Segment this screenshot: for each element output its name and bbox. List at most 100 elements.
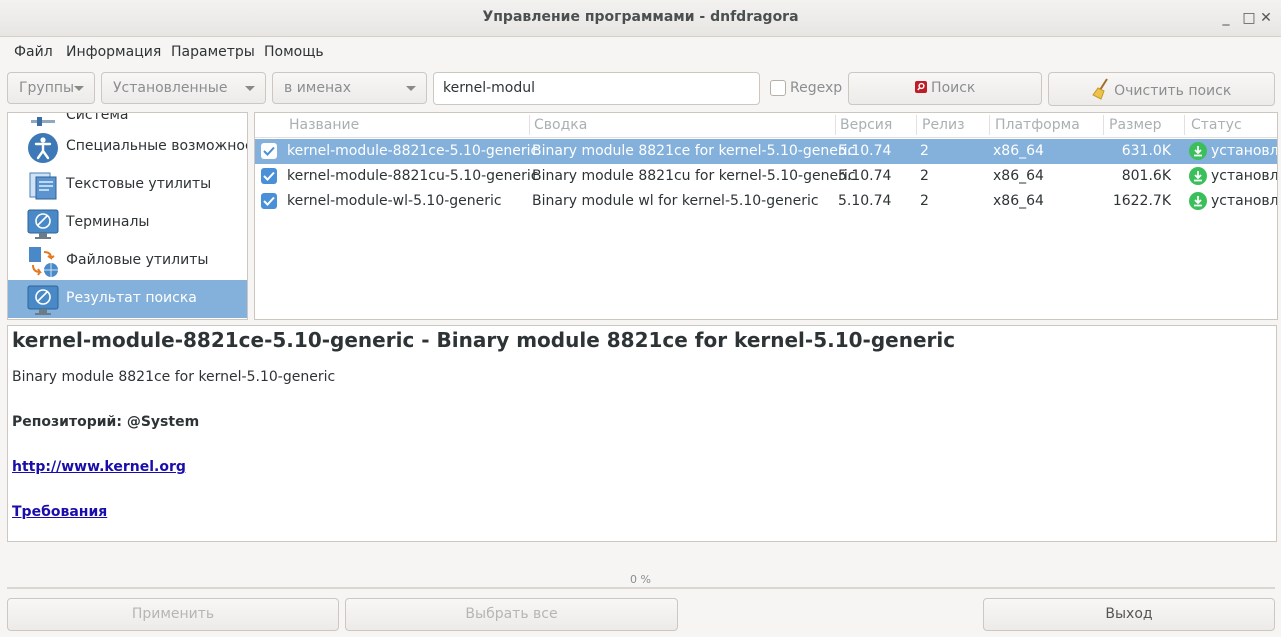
- cell-version: 5.10.74: [838, 168, 892, 184]
- search-field-dropdown[interactable]: в именах: [272, 72, 427, 104]
- cell-size: 801.6K: [1121, 168, 1171, 184]
- column-divider: [835, 115, 836, 135]
- progress-label: 0 %: [630, 573, 651, 586]
- column-header-arch[interactable]: Платформа: [995, 117, 1080, 133]
- filter-dropdown-label: Установленные: [113, 80, 228, 96]
- table-header: Название Сводка Версия Релиз Платформа Р…: [255, 113, 1277, 138]
- menu-help[interactable]: Помощь: [264, 44, 324, 60]
- checkbox-box[interactable]: [770, 80, 786, 96]
- accessibility-icon: [27, 132, 59, 164]
- groups-sidebar: Система Специальные возможности Текстовы…: [7, 112, 248, 320]
- clear-search-button[interactable]: Очистить поиск: [1048, 72, 1275, 106]
- column-divider: [529, 115, 530, 135]
- chevron-down-icon: [406, 86, 416, 91]
- cell-status: установлен: [1211, 143, 1278, 159]
- table-row[interactable]: kernel-module-8821cu-5.10-generic Binary…: [255, 164, 1277, 189]
- details-heading: kernel-module-8821ce-5.10-generic - Bina…: [12, 328, 956, 352]
- cell-status: установлен: [1211, 193, 1278, 209]
- sidebar-item-text-tools[interactable]: Текстовые утилиты: [8, 166, 247, 204]
- cell-summary: Binary module 8821cu for kernel-5.10-gen…: [532, 168, 856, 184]
- filter-dropdown[interactable]: Установленные: [101, 72, 266, 104]
- cell-size: 631.0K: [1121, 143, 1171, 159]
- text-tools-icon: [27, 170, 59, 202]
- menu-bar: Файл Информация Параметры Помощь: [0, 37, 1281, 67]
- chevron-down-icon: [245, 86, 255, 91]
- apply-button[interactable]: Применить: [7, 598, 339, 631]
- checkmark-icon: [263, 171, 275, 181]
- minimize-button[interactable]: _: [1216, 8, 1236, 28]
- broom-icon: [1091, 78, 1108, 100]
- window-title: Управление программами - dnfdragora: [482, 9, 799, 25]
- cell-version: 5.10.74: [838, 193, 892, 209]
- package-details: kernel-module-8821ce-5.10-generic - Bina…: [7, 325, 1277, 542]
- cell-name: kernel-module-8821cu-5.10-generic: [287, 168, 539, 184]
- chevron-down-icon: [74, 86, 84, 91]
- column-header-release[interactable]: Релиз: [922, 117, 965, 133]
- title-bar: Управление программами - dnfdragora _ □ …: [0, 0, 1281, 37]
- sidebar-item-accessibility[interactable]: Специальные возможности: [8, 128, 247, 166]
- clear-search-label: Очистить поиск: [1114, 83, 1232, 99]
- sidebar-item-terminals[interactable]: Терминалы: [8, 204, 247, 242]
- select-all-button[interactable]: Выбрать все: [345, 598, 678, 631]
- cell-arch: x86_64: [993, 193, 1044, 209]
- table-row[interactable]: kernel-module-8821ce-5.10-generic Binary…: [255, 139, 1277, 164]
- column-divider: [916, 115, 917, 135]
- details-url-link[interactable]: http://www.kernel.org: [12, 459, 186, 475]
- installed-icon: [1189, 167, 1207, 185]
- cell-arch: x86_64: [993, 168, 1044, 184]
- cell-size: 1622.7K: [1112, 193, 1171, 209]
- cell-release: 2: [920, 193, 929, 209]
- cell-status: установлен: [1211, 168, 1278, 184]
- row-checkbox[interactable]: [261, 193, 277, 209]
- sidebar-item-label: Файловые утилиты: [66, 252, 209, 268]
- installed-icon: [1189, 192, 1207, 210]
- search-input[interactable]: kernel-modul: [433, 72, 760, 105]
- details-description: Binary module 8821ce for kernel-5.10-gen…: [12, 369, 336, 385]
- file-tools-icon: [27, 246, 59, 278]
- cell-release: 2: [920, 143, 929, 159]
- search-field-dropdown-label: в именах: [284, 80, 351, 96]
- cell-release: 2: [920, 168, 929, 184]
- row-checkbox[interactable]: [261, 143, 277, 159]
- progress-bar: [7, 587, 1275, 589]
- table-row[interactable]: kernel-module-wl-5.10-generic Binary mod…: [255, 189, 1277, 214]
- sidebar-item-label: Система: [66, 112, 129, 123]
- close-button[interactable]: ✕: [1256, 8, 1276, 28]
- search-button[interactable]: Поиск: [848, 72, 1042, 105]
- column-divider: [1103, 115, 1104, 135]
- column-header-size[interactable]: Размер: [1109, 117, 1162, 133]
- checkmark-icon: [263, 146, 275, 156]
- cell-name: kernel-module-8821ce-5.10-generic: [287, 143, 539, 159]
- search-button-label: Поиск: [931, 80, 976, 96]
- search-result-icon: [27, 284, 59, 316]
- cell-summary: Binary module 8821ce for kernel-5.10-gen…: [532, 143, 856, 159]
- groups-dropdown[interactable]: Группы: [7, 72, 95, 104]
- menu-file[interactable]: Файл: [14, 44, 53, 60]
- search-icon: [914, 81, 927, 93]
- cell-summary: Binary module wl for kernel-5.10-generic: [532, 193, 819, 209]
- installed-icon: [1189, 142, 1207, 160]
- column-divider: [989, 115, 990, 135]
- column-header-summary[interactable]: Сводка: [534, 117, 587, 133]
- column-header-status[interactable]: Статус: [1191, 117, 1242, 133]
- menu-information[interactable]: Информация: [66, 44, 161, 60]
- package-table: Название Сводка Версия Релиз Платформа Р…: [254, 112, 1278, 320]
- sidebar-item-label: Специальные возможности: [66, 138, 247, 154]
- row-checkbox[interactable]: [261, 168, 277, 184]
- quit-button[interactable]: Выход: [983, 598, 1275, 631]
- terminal-icon: [27, 208, 59, 240]
- regexp-label: Regexp: [790, 80, 843, 96]
- menu-options[interactable]: Параметры: [171, 44, 255, 60]
- sidebar-item-file-tools[interactable]: Файловые утилиты: [8, 242, 247, 280]
- details-requirements-link[interactable]: Требования: [12, 504, 107, 520]
- groups-dropdown-label: Группы: [19, 80, 75, 96]
- column-header-version[interactable]: Версия: [840, 117, 892, 133]
- sidebar-item-label: Терминалы: [66, 214, 150, 230]
- cell-arch: x86_64: [993, 143, 1044, 159]
- column-header-name[interactable]: Название: [289, 117, 359, 133]
- cell-name: kernel-module-wl-5.10-generic: [287, 193, 502, 209]
- details-repository: Репозиторий: @System: [12, 414, 200, 430]
- sidebar-item-search-result[interactable]: Результат поиска: [8, 280, 247, 318]
- column-divider: [1184, 115, 1185, 135]
- sidebar-item-label: Текстовые утилиты: [66, 176, 212, 192]
